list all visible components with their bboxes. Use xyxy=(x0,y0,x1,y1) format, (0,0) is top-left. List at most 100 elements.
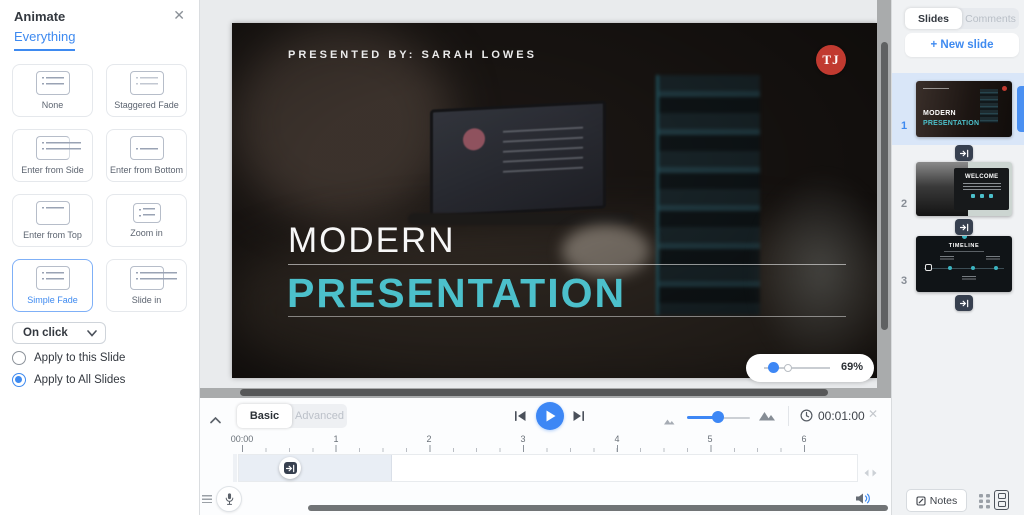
grid-view-icon[interactable] xyxy=(978,493,991,515)
transition-icon xyxy=(959,223,968,231)
microphone-button[interactable] xyxy=(216,486,242,512)
tab-comments[interactable]: Comments xyxy=(962,8,1019,29)
thumbnail-logo-dot xyxy=(1002,86,1007,91)
slides-panel-tabs: Slides Comments xyxy=(905,8,1019,29)
slide-transition-button-2[interactable] xyxy=(955,219,973,235)
tab-everything[interactable]: Everything xyxy=(14,29,76,51)
menu-icon[interactable] xyxy=(202,495,212,503)
slide-number-3: 3 xyxy=(901,275,908,287)
slides-panel: Slides Comments + New slide 1 MODERN PRE… xyxy=(891,0,1024,515)
zoom-slider-marker xyxy=(784,364,792,372)
timeline-zoom-slider-handle[interactable] xyxy=(712,411,724,423)
animation-option-none[interactable]: None xyxy=(12,64,93,117)
zoom-slider-handle[interactable] xyxy=(768,362,779,373)
ruler-label: 6 xyxy=(801,434,807,444)
close-icon[interactable]: ✕ xyxy=(173,7,185,24)
chevron-down-icon xyxy=(87,329,97,337)
selected-slide-indicator xyxy=(1017,86,1024,132)
transition-icon xyxy=(959,299,968,307)
timeline-slide-segment[interactable] xyxy=(239,455,392,481)
canvas-horizontal-scrollbar-thumb[interactable] xyxy=(240,389,828,396)
tab-slides[interactable]: Slides xyxy=(905,8,962,29)
animation-slide-in-icon xyxy=(129,266,177,290)
slide-thumbnail-1[interactable]: MODERN PRESENTATION xyxy=(916,81,1012,137)
notes-label: Notes xyxy=(929,494,958,507)
play-button[interactable] xyxy=(536,402,564,430)
slide-number-2: 2 xyxy=(901,198,908,210)
animation-enter-from-side-icon xyxy=(35,136,81,160)
transition-icon xyxy=(283,462,297,474)
slide-title-line2[interactable]: PRESENTATION xyxy=(287,270,626,317)
slide-presented-by-text[interactable]: PRESENTED BY: SARAH LOWES xyxy=(288,49,537,61)
timeline-transition-button[interactable] xyxy=(279,457,301,479)
trigger-dropdown[interactable]: On click xyxy=(12,322,106,344)
list-view-icon[interactable] xyxy=(994,490,1009,510)
tab-advanced[interactable]: Advanced xyxy=(292,404,347,428)
canvas-vertical-scrollbar-thumb[interactable] xyxy=(881,42,888,330)
animation-option-slide-in[interactable]: Slide in xyxy=(106,259,187,312)
slide-divider-line xyxy=(288,264,846,265)
ruler-label: 00:00 xyxy=(230,434,254,444)
timeline-horizontal-scrollbar-thumb[interactable] xyxy=(308,505,888,511)
chevron-up-icon[interactable] xyxy=(210,411,221,429)
ruler-label: 4 xyxy=(614,434,620,444)
animation-option-enter-from-bottom[interactable]: Enter from Bottom xyxy=(106,129,187,182)
slide-divider-line xyxy=(288,316,846,317)
animation-staggered-fade-icon xyxy=(129,71,164,95)
timeline-close-icon[interactable]: ✕ xyxy=(868,407,878,421)
skip-forward-icon[interactable] xyxy=(572,409,585,427)
drag-handle-icon[interactable] xyxy=(864,464,877,482)
ruler-label: 2 xyxy=(426,434,432,444)
play-icon xyxy=(546,410,555,422)
animation-options-grid: None Staggered Fade Enter from Side Ente… xyxy=(12,64,190,312)
animation-option-enter-from-side[interactable]: Enter from Side xyxy=(12,129,93,182)
slide-thumbnail-2[interactable]: WELCOME xyxy=(916,162,1012,216)
timeline-panel: Basic Advanced 00:01:00 ✕ 00:00 1 2 3 4 … xyxy=(200,398,891,515)
slide-transition-button-3[interactable] xyxy=(955,295,973,311)
apply-to-all-slides-option[interactable]: Apply to All Slides xyxy=(12,373,125,387)
ruler-label: 5 xyxy=(707,434,713,444)
animation-enter-from-top-icon xyxy=(35,201,70,225)
microphone-icon xyxy=(225,493,233,505)
ruler-label: 1 xyxy=(333,434,339,444)
zoom-control: 69% xyxy=(746,354,874,382)
animation-option-simple-fade[interactable]: Simple Fade xyxy=(12,259,93,312)
animation-none-icon xyxy=(35,71,70,95)
clock-icon xyxy=(800,409,813,427)
animation-option-zoom-in[interactable]: Zoom in xyxy=(106,194,187,247)
skip-back-icon[interactable] xyxy=(514,409,527,427)
tab-basic[interactable]: Basic xyxy=(237,404,292,428)
ruler-major-ticks xyxy=(242,445,812,452)
animate-panel-title: Animate xyxy=(14,9,66,24)
animation-option-enter-from-top[interactable]: Enter from Top xyxy=(12,194,93,247)
slide-thumbnail-3[interactable]: TIMELINE xyxy=(916,236,1012,292)
ruler-label: 3 xyxy=(520,434,526,444)
animation-enter-from-bottom-icon xyxy=(129,136,164,160)
timeline-duration: 00:01:00 xyxy=(818,409,865,423)
timeline-mode-tabs: Basic Advanced xyxy=(237,404,347,428)
timeline-zoom-in-icon[interactable] xyxy=(758,408,776,426)
timeline-track[interactable] xyxy=(238,454,858,482)
transition-icon xyxy=(959,149,968,157)
notes-button[interactable]: Notes xyxy=(906,489,967,512)
slide-title-line1[interactable]: MODERN xyxy=(288,221,456,261)
slide-transition-button-1[interactable] xyxy=(955,145,973,161)
presentation-editor: Animate ✕ Everything None Staggered Fade… xyxy=(0,0,1024,515)
new-slide-button[interactable]: + New slide xyxy=(905,33,1019,57)
animate-panel: Animate ✕ Everything None Staggered Fade… xyxy=(0,0,200,515)
radio-unselected-icon xyxy=(12,351,26,365)
animation-simple-fade-icon xyxy=(35,266,70,290)
zoom-percent-value: 69% xyxy=(840,361,863,373)
radio-selected-icon xyxy=(12,373,26,387)
trigger-dropdown-value: On click xyxy=(23,327,68,339)
slide-dark-overlay xyxy=(232,23,878,378)
divider xyxy=(788,406,789,426)
timeline-track-lead xyxy=(233,454,237,482)
slide-number-1: 1 xyxy=(901,120,908,132)
animation-option-staggered-fade[interactable]: Staggered Fade xyxy=(106,64,187,117)
apply-to-this-slide-option[interactable]: Apply to this Slide xyxy=(12,351,125,365)
tj-logo[interactable]: TJ xyxy=(816,45,846,75)
slide-canvas[interactable]: PRESENTED BY: SARAH LOWES TJ MODERN PRES… xyxy=(232,23,878,378)
notes-icon xyxy=(916,495,926,506)
timeline-zoom-out-icon[interactable] xyxy=(663,412,675,430)
